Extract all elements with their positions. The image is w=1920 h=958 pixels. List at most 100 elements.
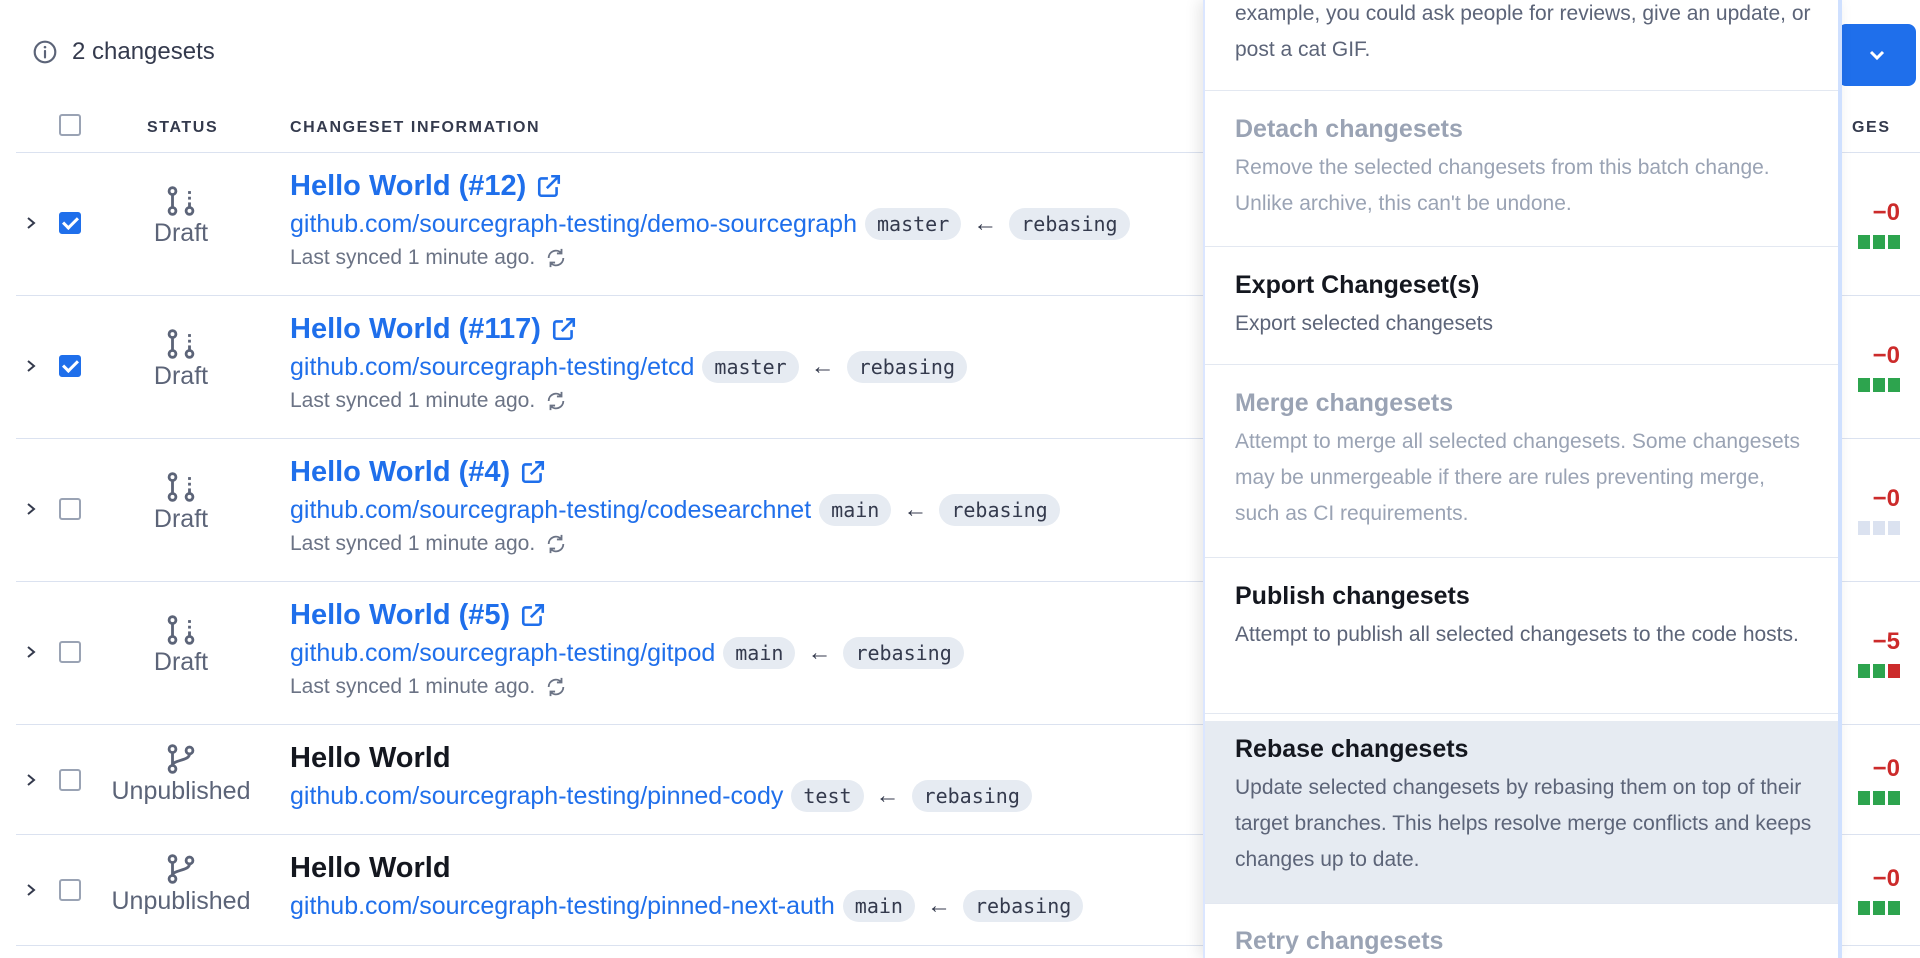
- head-branch-badge: rebasing: [911, 780, 1032, 812]
- external-link-icon[interactable]: [551, 316, 577, 342]
- row-checkbox[interactable]: [59, 355, 81, 377]
- base-branch-badge: main: [819, 494, 892, 526]
- menu-item-title: Export Changeset(s): [1235, 271, 1480, 299]
- row-checkbox[interactable]: [59, 769, 81, 791]
- menu-item-comment[interactable]: example, you could ask people for review…: [1205, 0, 1842, 91]
- external-link-icon[interactable]: [520, 459, 546, 485]
- base-branch-badge: main: [723, 637, 796, 669]
- diff-stat: −0: [1858, 199, 1900, 249]
- sync-icon[interactable]: [545, 676, 567, 698]
- diff-bar: [1888, 521, 1900, 535]
- status-cell: Draft: [106, 183, 256, 248]
- menu-item-rebase[interactable]: Rebase changesets Update selected change…: [1205, 721, 1842, 904]
- row-checkbox[interactable]: [59, 641, 81, 663]
- menu-item-description: Attempt to merge all selected changesets…: [1235, 430, 1800, 525]
- diff-bar: [1858, 378, 1870, 392]
- diff-removed-count: −0: [1872, 865, 1900, 892]
- menu-item-description: Update selected changesets by rebasing t…: [1235, 776, 1812, 871]
- changeset-info-column-header: CHANGESET INFORMATION: [290, 119, 541, 136]
- repo-link[interactable]: github.com/sourcegraph-testing/gitpod: [290, 639, 715, 668]
- status-label: Unpublished: [111, 887, 251, 915]
- changeset-count: 2 changesets: [72, 38, 215, 65]
- repo-link[interactable]: github.com/sourcegraph-testing/pinned-co…: [290, 782, 783, 811]
- repo-link[interactable]: github.com/sourcegraph-testing/etcd: [290, 353, 694, 382]
- external-link-icon[interactable]: [536, 173, 562, 199]
- info-icon: [33, 40, 57, 64]
- sync-icon[interactable]: [545, 533, 567, 555]
- diff-bar: [1888, 378, 1900, 392]
- repo-link[interactable]: github.com/sourcegraph-testing/pinned-ne…: [290, 892, 835, 921]
- select-all-checkbox[interactable]: [59, 114, 81, 136]
- status-cell: Draft: [106, 469, 256, 534]
- status-cell: Draft: [106, 326, 256, 391]
- diff-stat: −5: [1858, 628, 1900, 678]
- changesets-view: 2 changesets STATUS CHANGESET INFORMATIO…: [0, 0, 1920, 958]
- menu-item-publish[interactable]: Publish changesets Attempt to publish al…: [1205, 558, 1842, 714]
- chevron-right-icon[interactable]: [24, 502, 38, 516]
- row-checkbox[interactable]: [59, 498, 81, 520]
- menu-item-title: Merge changesets: [1235, 389, 1454, 417]
- head-branch-badge: rebasing: [846, 351, 967, 383]
- diff-removed-count: −5: [1872, 628, 1900, 655]
- changeset-title: Hello World: [290, 851, 451, 884]
- diff-bar: [1888, 791, 1900, 805]
- diff-bar: [1888, 901, 1900, 915]
- base-branch-badge: test: [791, 780, 864, 812]
- menu-item-export[interactable]: Export Changeset(s) Export selected chan…: [1205, 247, 1842, 365]
- changeset-title-link[interactable]: Hello World (#12): [290, 170, 526, 203]
- arrow-left-icon: ←: [807, 639, 832, 666]
- changeset-summary: 2 changesets: [32, 38, 215, 66]
- diff-removed-count: −0: [1872, 342, 1900, 369]
- last-synced-text: Last synced 1 minute ago.: [290, 246, 536, 269]
- chevron-right-icon[interactable]: [24, 773, 38, 787]
- diff-bar: [1858, 901, 1870, 915]
- draft-pr-icon: [167, 329, 195, 359]
- diff-stat: −0: [1858, 865, 1900, 915]
- status-cell: Unpublished: [106, 741, 256, 806]
- menu-item-description: Export selected changesets: [1235, 312, 1493, 335]
- chevron-right-icon[interactable]: [24, 359, 38, 373]
- menu-item-description: Remove the selected changesets from this…: [1235, 156, 1770, 215]
- last-synced-text: Last synced 1 minute ago.: [290, 532, 536, 555]
- chevron-right-icon[interactable]: [24, 216, 38, 230]
- chevron-right-icon[interactable]: [24, 645, 38, 659]
- base-branch-badge: main: [842, 890, 915, 922]
- diff-bar: [1888, 664, 1900, 678]
- arrow-left-icon: ←: [973, 210, 998, 237]
- status-label: Draft: [153, 505, 209, 533]
- diff-bar: [1873, 235, 1885, 249]
- changeset-title-link[interactable]: Hello World (#117): [290, 313, 541, 346]
- diff-bar: [1873, 521, 1885, 535]
- menu-item-description: Attempt to publish all selected changese…: [1235, 623, 1799, 646]
- external-link-icon[interactable]: [520, 602, 546, 628]
- chevron-right-icon[interactable]: [24, 883, 38, 897]
- changeset-info: Hello World (#12) github.com/sourcegraph…: [290, 167, 1130, 273]
- menu-item-detach: Detach changesets Remove the selected ch…: [1205, 91, 1842, 247]
- row-checkbox[interactable]: [59, 879, 81, 901]
- bulk-actions-menu: example, you could ask people for review…: [1203, 0, 1842, 958]
- diff-bar: [1858, 521, 1870, 535]
- arrow-left-icon: ←: [810, 353, 835, 380]
- diff-bar: [1858, 664, 1870, 678]
- sync-icon[interactable]: [545, 247, 567, 269]
- changeset-title-link[interactable]: Hello World (#5): [290, 599, 510, 632]
- changeset-title-link[interactable]: Hello World (#4): [290, 456, 510, 489]
- menu-item-merge: Merge changesets Attempt to merge all se…: [1205, 365, 1842, 558]
- diff-removed-count: −0: [1872, 485, 1900, 512]
- diff-bar: [1873, 791, 1885, 805]
- bulk-actions-dropdown-button[interactable]: [1838, 24, 1916, 86]
- diff-stat: −0: [1858, 755, 1900, 805]
- changeset-info: Hello World github.com/sourcegraph-testi…: [290, 739, 1032, 815]
- diff-bar: [1873, 901, 1885, 915]
- sync-icon[interactable]: [545, 390, 567, 412]
- changeset-title: Hello World: [290, 741, 451, 774]
- repo-link[interactable]: github.com/sourcegraph-testing/codesearc…: [290, 496, 811, 525]
- status-label: Draft: [153, 362, 209, 390]
- draft-pr-icon: [167, 615, 195, 645]
- repo-link[interactable]: github.com/sourcegraph-testing/demo-sour…: [290, 210, 857, 239]
- row-checkbox[interactable]: [59, 212, 81, 234]
- changes-column-header: GES: [1852, 119, 1891, 136]
- status-label: Draft: [153, 648, 209, 676]
- head-branch-badge: rebasing: [843, 637, 964, 669]
- menu-item-title: Publish changesets: [1235, 582, 1470, 610]
